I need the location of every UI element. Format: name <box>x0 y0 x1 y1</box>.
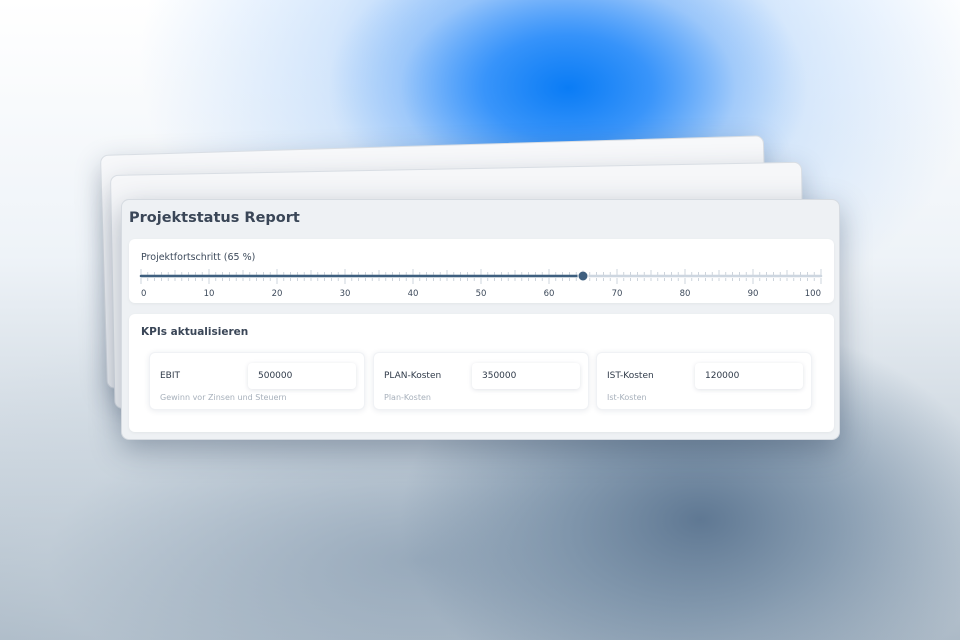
kpi-description: Plan-Kosten <box>384 393 431 402</box>
kpi-description: Ist-Kosten <box>607 393 647 402</box>
ebit-input[interactable] <box>248 363 356 389</box>
progress-label: Projektfortschritt (65 %) <box>141 252 256 263</box>
slider-tick-label: 40 <box>408 289 419 299</box>
plan-kosten-input[interactable] <box>472 363 580 389</box>
kpi-label: IST-Kosten <box>607 371 654 381</box>
kpi-card-plan-kosten: PLAN-Kosten Plan-Kosten <box>373 352 589 410</box>
kpi-card-ebit: EBIT Gewinn vor Zinsen und Steuern <box>149 352 365 410</box>
slider-tick-label: 10 <box>204 289 215 299</box>
kpi-label: PLAN-Kosten <box>384 371 442 381</box>
report-title: Projektstatus Report <box>129 210 300 226</box>
report-card: Projektstatus Report Projektfortschritt … <box>121 199 840 440</box>
slider-thumb[interactable] <box>577 270 589 282</box>
slider-tick-label: 90 <box>748 289 759 299</box>
slider-tick-label: 20 <box>272 289 283 299</box>
slider-tick-label: 70 <box>612 289 623 299</box>
kpi-section-title: KPIs aktualisieren <box>141 326 249 338</box>
progress-slider[interactable]: 0 10 20 30 40 50 60 70 80 90 100 <box>139 269 823 299</box>
slider-tick-label: 30 <box>340 289 351 299</box>
slider-tick-label: 50 <box>476 289 487 299</box>
slider-tick-label: 60 <box>544 289 555 299</box>
slider-tick-label: 80 <box>680 289 691 299</box>
kpi-card-ist-kosten: IST-Kosten Ist-Kosten <box>596 352 812 410</box>
slider-tick-label: 0 <box>141 289 146 299</box>
slider-tick-label: 100 <box>805 289 821 299</box>
ist-kosten-input[interactable] <box>695 363 803 389</box>
kpi-label: EBIT <box>160 371 181 381</box>
kpi-panel: KPIs aktualisieren EBIT Gewinn vor Zinse… <box>129 314 834 432</box>
progress-panel: Projektfortschritt (65 %) 0 10 20 30 40 50 60 7… <box>129 239 834 303</box>
kpi-description: Gewinn vor Zinsen und Steuern <box>160 393 287 402</box>
progress-slider-graphic[interactable]: 0 10 20 30 40 50 60 70 80 90 100 <box>139 269 823 299</box>
